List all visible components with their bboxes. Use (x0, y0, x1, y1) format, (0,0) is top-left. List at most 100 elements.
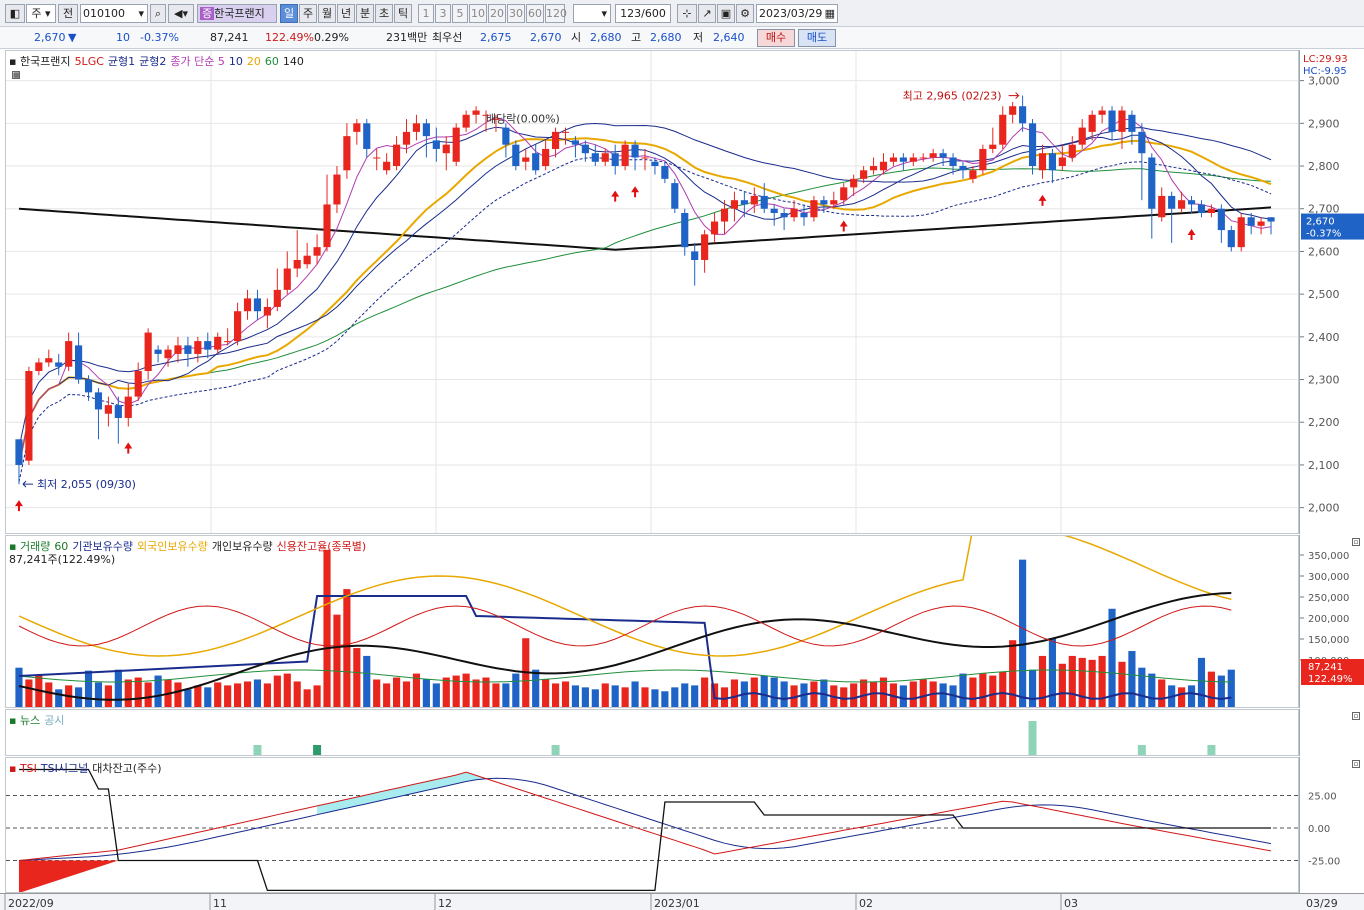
dividend-annotation: 배당락(0.00%) (486, 113, 560, 126)
draw-tool-icon[interactable]: ↗ (698, 4, 716, 23)
legend-item[interactable]: ▪ TSI (9, 762, 37, 775)
interval-60[interactable]: 60 (526, 4, 544, 23)
candle-body (184, 345, 192, 354)
volume-bar (1068, 655, 1076, 707)
chart-type-0[interactable]: 일 (280, 4, 298, 23)
interval-20[interactable]: 20 (488, 4, 506, 23)
volume-bar (432, 683, 440, 707)
price-tick-label: 2,900 (1308, 117, 1340, 130)
news-marker (551, 745, 560, 755)
volume-bar (45, 682, 53, 707)
crosshair-icon[interactable]: ⊹ (677, 4, 697, 23)
volume-bar (860, 679, 868, 707)
volume-bar (959, 673, 967, 707)
chart-type-6[interactable]: 틱 (394, 4, 412, 23)
tsi-tick-label: -25.00 (1308, 857, 1340, 868)
candle-body (502, 127, 510, 145)
prev-button[interactable]: 전 (58, 4, 78, 23)
maximize-icon[interactable]: ▫ (1352, 538, 1360, 546)
candle-body (363, 123, 371, 149)
speaker-icon[interactable]: ◀▾ (168, 4, 194, 23)
candle-body (243, 298, 252, 312)
buy-button[interactable]: 매수 (757, 29, 795, 47)
search-icon[interactable]: ⌕ (150, 4, 166, 23)
sell-button[interactable]: 매도 (798, 29, 836, 47)
candle-body (1019, 106, 1027, 124)
volume-bar (273, 675, 281, 707)
volume-axis: 350,000300,000250,000200,000150,000100,0… (1299, 535, 1364, 708)
legend-item[interactable]: 공시 (44, 714, 64, 727)
volume-pane[interactable]: ▪ 거래량 60 기관보유수량 외국인보유수량 개인보유수량 신용잔고율(종목별) 87,… (5, 535, 1299, 708)
period-select[interactable]: 주 ▾ (26, 4, 56, 23)
save-icon[interactable]: ▣ (717, 4, 735, 23)
legend-item[interactable]: 외국인보유수량 (137, 540, 208, 553)
time-label: 11 (213, 897, 227, 910)
price-pane[interactable]: 최고 2,965 (02/23) 최저 2,055 (09/30) 배당락(0.00… (5, 50, 1299, 534)
interval-30[interactable]: 30 (507, 4, 525, 23)
news-pane[interactable]: ▪ 뉴스 공시 (5, 709, 1299, 756)
legend-item[interactable]: 신용잔고율(종목별) (277, 540, 367, 553)
candle-body (1138, 131, 1146, 154)
chart-type-5[interactable]: 초 (375, 4, 393, 23)
date-input[interactable]: 2023/03/29 ▦ (756, 4, 838, 23)
chart-type-3[interactable]: 년 (337, 4, 355, 23)
candle-body (1197, 204, 1206, 213)
time-end-label: 03/29 (1306, 897, 1338, 910)
volume-axis-svg: 350,000300,000250,000200,000150,000100,0… (1300, 551, 1364, 685)
candle-body (571, 140, 580, 145)
volume-bar (1178, 687, 1186, 707)
volume-bar (989, 675, 997, 707)
tsi-pane[interactable]: ▪ TSI TSI시그널 대차잔고(주수) (5, 757, 1299, 893)
volume-bar (313, 685, 321, 707)
volume-bar (194, 685, 202, 707)
legend-item[interactable]: 균형1 (108, 55, 135, 68)
interval-input[interactable]: ▾ (573, 4, 611, 23)
candle-body (840, 187, 848, 201)
toolbar-row: ◧ 주 ▾ 전 010100 ▾ ⌕ ◀▾ 증 한국프랜지 일주월년분초틱 1351… (0, 0, 1364, 27)
chevron-down-icon: ▾ (601, 7, 607, 20)
candle-body (631, 144, 639, 158)
volume-bar (1138, 667, 1146, 707)
volume-bar (939, 683, 947, 707)
chart-type-1[interactable]: 주 (299, 4, 317, 23)
grid-toggle-icon[interactable]: ▦ (12, 71, 20, 79)
interval-3[interactable]: 3 (435, 4, 451, 23)
legend-item[interactable]: 대차잔고(주수) (92, 762, 161, 775)
legend-item[interactable]: 개인보유수량 (212, 540, 273, 553)
chart-menu-icon[interactable]: ◧ (5, 4, 25, 23)
legend-item[interactable]: 20 (247, 55, 261, 68)
gear-icon[interactable]: ⚙ (736, 4, 754, 23)
legend-item[interactable]: ▪ 한국프랜지 (9, 55, 71, 68)
interval-120[interactable]: 120 (545, 4, 567, 23)
volume-bar (402, 681, 411, 707)
legend-item[interactable]: 60 (265, 55, 279, 68)
stock-code-input[interactable]: 010100 ▾ (80, 4, 148, 23)
legend-item[interactable]: ▪ 뉴스 (9, 714, 40, 727)
volume-bar (1009, 640, 1017, 707)
chart-type-4[interactable]: 분 (356, 4, 374, 23)
stock-name-field[interactable]: 증 한국프랜지 (197, 4, 277, 23)
chart-type-2[interactable]: 월 (318, 4, 336, 23)
volume-bar (1148, 673, 1156, 707)
maximize-icon[interactable]: ▫ (1352, 712, 1360, 720)
volume-bar (442, 677, 450, 707)
tsi-signal-line (18, 777, 1272, 861)
interval-5[interactable]: 5 (452, 4, 468, 23)
legend-item[interactable]: 140 (283, 55, 304, 68)
interval-1[interactable]: 1 (418, 4, 434, 23)
legend-item[interactable]: TSI시그널 (41, 762, 88, 775)
bar-count-field[interactable]: 123/600 (615, 4, 671, 23)
period-label: 주 (31, 7, 42, 20)
legend-item[interactable]: 균형2 (139, 55, 166, 68)
legend-item[interactable]: 10 (229, 55, 243, 68)
maximize-icon[interactable]: ▫ (1352, 760, 1360, 768)
legend-item[interactable]: 5LGC (75, 55, 104, 68)
volume-bar (601, 683, 609, 707)
candle-body (671, 183, 679, 209)
volume-bar (293, 681, 301, 707)
candle-body (194, 341, 202, 354)
interval-10[interactable]: 10 (469, 4, 487, 23)
legend-item[interactable]: 종가 단순 5 (170, 55, 224, 68)
candle-body (114, 405, 122, 418)
price-axis-svg: LC:29.93HC:-9.953,0002,9002,8002,7002,60… (1300, 54, 1364, 515)
